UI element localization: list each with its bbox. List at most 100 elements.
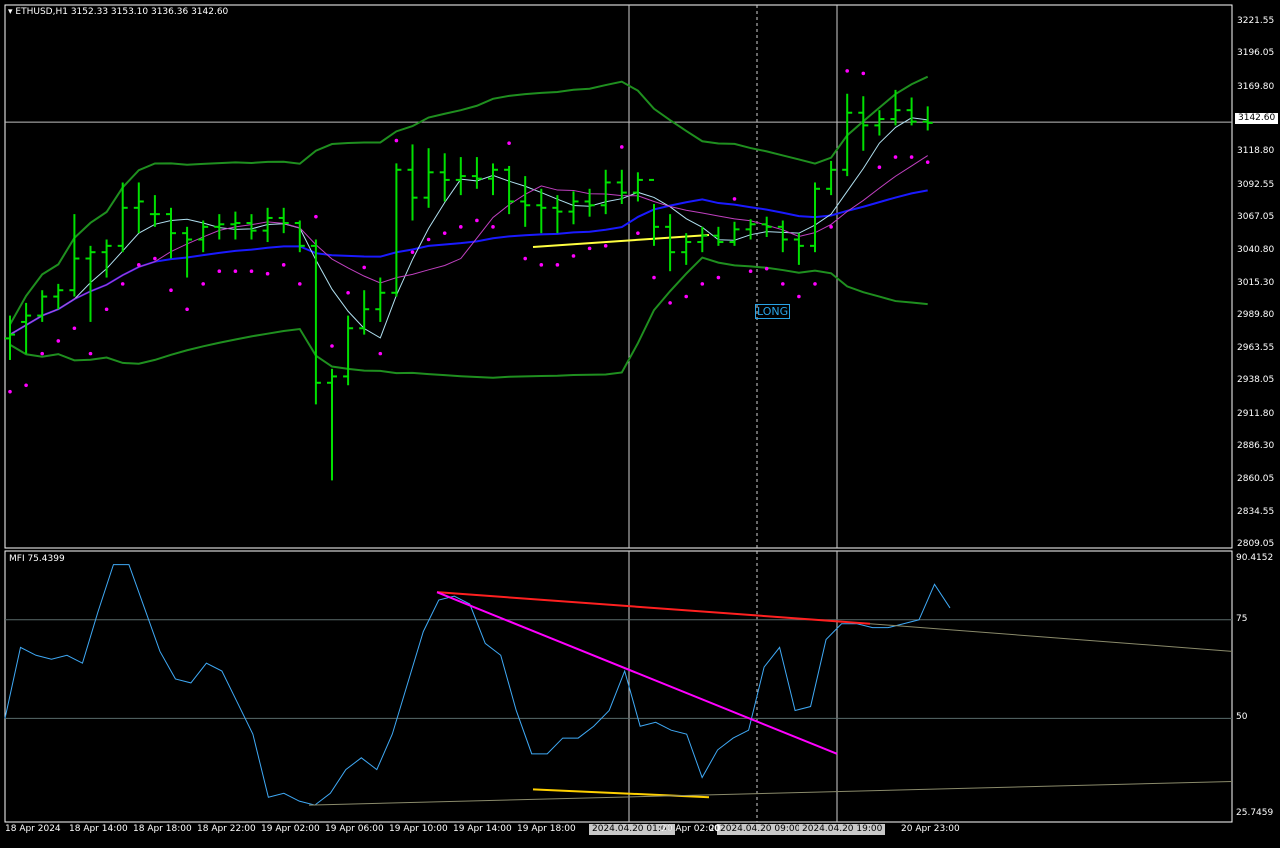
ohlc-bar bbox=[471, 157, 482, 189]
psar-dot bbox=[281, 263, 286, 267]
price-tick-label: 3118.80 bbox=[1237, 146, 1275, 157]
ohlc-bar bbox=[890, 89, 901, 126]
psar-dot bbox=[169, 288, 173, 293]
long-annotation[interactable]: LONG bbox=[755, 304, 791, 319]
ohlc-bar bbox=[568, 191, 579, 225]
ohlc-bar bbox=[149, 195, 160, 227]
psar-dot bbox=[72, 326, 77, 331]
ohlc-bar bbox=[214, 214, 225, 240]
psar-dot bbox=[668, 301, 672, 305]
psar-dot bbox=[249, 269, 254, 274]
price-tick-label: 2886.30 bbox=[1237, 441, 1275, 452]
ohlc-bar bbox=[5, 315, 15, 360]
price-tick-label: 3221.55 bbox=[1237, 16, 1275, 26]
symbol-label: ETHUSD,H1 bbox=[15, 7, 68, 17]
psar-dot bbox=[153, 256, 157, 261]
price-tick-label: 3015.30 bbox=[1237, 277, 1275, 288]
psar-dot bbox=[40, 351, 44, 356]
ohlc-bar bbox=[488, 163, 498, 196]
time-tick-label: 19 Apr 02:00 bbox=[261, 824, 320, 834]
collapse-arrow-icon[interactable]: ▾ bbox=[8, 7, 13, 17]
psar-dot bbox=[845, 69, 849, 73]
psar-dot bbox=[137, 263, 141, 267]
psar-dot bbox=[684, 294, 688, 299]
psar-dot bbox=[233, 269, 238, 274]
ohlc-bar bbox=[455, 157, 466, 196]
psar-dot bbox=[732, 197, 737, 201]
psar-dot bbox=[829, 225, 833, 229]
ohlc-bar bbox=[777, 220, 788, 253]
psar-dot bbox=[700, 282, 705, 286]
ohlc-bar bbox=[906, 97, 917, 126]
mfi-tick-label: 50 bbox=[1236, 712, 1248, 723]
psar-dot bbox=[877, 165, 882, 170]
psar-dot bbox=[346, 290, 350, 295]
ohlc-bar bbox=[359, 290, 370, 335]
psar-dot bbox=[394, 138, 399, 143]
ohlc-bar bbox=[262, 207, 273, 243]
chart-stage[interactable] bbox=[0, 0, 1280, 848]
psar-dot bbox=[764, 266, 769, 271]
time-tick-label: 19 Apr 18:00 bbox=[517, 824, 576, 834]
crosshair-time-2: 2024.04.20 09:00 bbox=[717, 824, 804, 835]
price-panel-frame bbox=[4, 4, 1233, 549]
price-tick-label: 2938.05 bbox=[1237, 375, 1275, 386]
mfi-header: MFI 75.4399 bbox=[9, 554, 65, 564]
psar-dot bbox=[652, 275, 656, 280]
psar-dot bbox=[491, 225, 495, 229]
psar-dot bbox=[298, 282, 302, 286]
psar-dot bbox=[378, 351, 383, 356]
psar-dot bbox=[185, 307, 189, 312]
psar-dot bbox=[426, 237, 431, 242]
ohlc-bar bbox=[439, 153, 450, 202]
price-tick-label: 2963.55 bbox=[1237, 343, 1275, 354]
price-bars bbox=[5, 89, 933, 481]
ohlc-bar bbox=[729, 221, 740, 246]
ohlc-bar bbox=[198, 220, 209, 253]
psar-dot bbox=[925, 160, 930, 164]
price-tick-label: 3040.80 bbox=[1237, 245, 1275, 256]
price-tick-label: 3196.05 bbox=[1237, 48, 1275, 59]
crosshair-time-3: 2024.04.20 19:00 bbox=[799, 824, 886, 835]
ohlc-bar bbox=[761, 216, 772, 237]
psar-dot bbox=[555, 263, 560, 267]
ohlc-bar bbox=[713, 226, 724, 246]
ohlc-bar bbox=[182, 226, 193, 278]
psar-dot bbox=[571, 254, 576, 258]
psar-dot bbox=[362, 265, 367, 270]
mfi-indicator bbox=[4, 564, 1233, 806]
price-trendline-yellow bbox=[532, 234, 710, 248]
psar-dot bbox=[716, 275, 721, 280]
mfi-trendline-yellow bbox=[532, 788, 710, 799]
price-tick-label: 2809.05 bbox=[1237, 539, 1275, 549]
psar-dot bbox=[813, 282, 817, 286]
ohlc-bar bbox=[600, 169, 611, 215]
ohlc-bar bbox=[649, 178, 659, 246]
time-tick-label: 20 bbox=[709, 824, 721, 834]
ohlc-bar bbox=[536, 188, 547, 234]
price-tick-label: 3092.55 bbox=[1237, 179, 1275, 190]
psar-dot bbox=[8, 389, 12, 394]
psar-dot bbox=[88, 351, 93, 356]
psar-dot bbox=[24, 383, 28, 388]
ohlc-bar bbox=[922, 106, 933, 131]
psar-dot bbox=[603, 244, 608, 248]
ohlc-bar bbox=[278, 207, 289, 234]
ohlc-bar bbox=[375, 277, 386, 322]
ohlc-bar bbox=[246, 214, 257, 240]
psar-dot bbox=[217, 269, 222, 274]
psar-dot bbox=[620, 145, 624, 149]
mfi-line bbox=[4, 564, 951, 806]
psar-dot bbox=[120, 282, 125, 286]
ohlc-bar bbox=[310, 239, 321, 405]
ohlc-values: 3152.33 3153.10 3136.36 3142.60 bbox=[70, 7, 229, 17]
psar-dot bbox=[861, 71, 866, 76]
ohlc-bar bbox=[133, 182, 144, 234]
time-tick-label: 18 Apr 14:00 bbox=[69, 824, 128, 834]
psar-dot bbox=[459, 225, 463, 229]
time-tick-label: 18 Apr 18:00 bbox=[133, 824, 192, 834]
ohlc-bar bbox=[745, 219, 756, 240]
psar-dot bbox=[104, 307, 109, 312]
bollinger-upper-line bbox=[9, 75, 929, 325]
psar-dot bbox=[587, 246, 592, 251]
